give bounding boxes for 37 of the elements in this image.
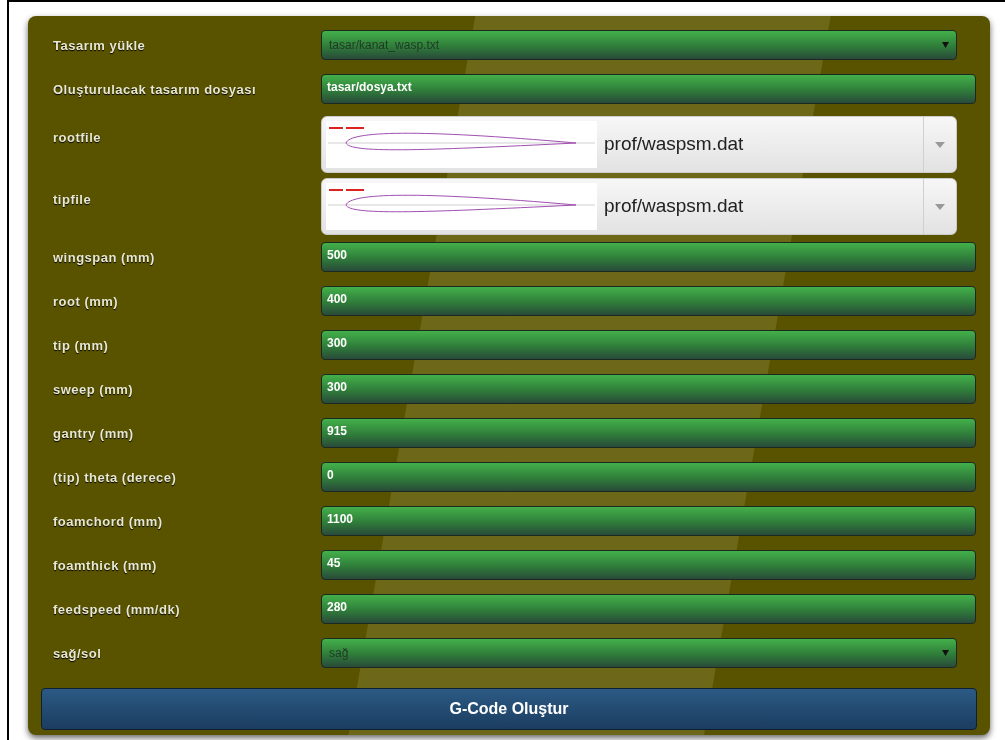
caret-icon (942, 650, 949, 656)
dropdown[interactable]: sağ (321, 638, 957, 668)
field-label: Tasarım yükle (53, 37, 147, 55)
profile-dropdown[interactable]: prof/waspsm.dat (321, 178, 957, 235)
dropdown-value: prof/waspsm.dat (604, 194, 745, 219)
input-field[interactable]: 500 (321, 242, 976, 272)
input-field[interactable]: 280 (321, 594, 976, 624)
caret-icon (935, 203, 945, 210)
dropdown-value: tasar/kanat_wasp.txt (329, 37, 440, 54)
input-field[interactable]: 300 (321, 374, 976, 404)
field-label: feedspeed (mm/dk) (53, 601, 181, 619)
field-label: tip (mm) (53, 337, 110, 355)
field-label: gantry (mm) (53, 425, 135, 443)
input-field[interactable]: tasar/dosya.txt (321, 74, 976, 104)
input-field[interactable]: 1100 (321, 506, 976, 536)
field-label: foamchord (mm) (53, 513, 164, 531)
profile-dropdown[interactable]: prof/waspsm.dat (321, 116, 957, 173)
input-field[interactable]: 915 (321, 418, 976, 448)
field-label: foamthick (mm) (53, 557, 158, 575)
field-label: sweep (mm) (53, 381, 135, 399)
field-label: wingspan (mm) (53, 249, 156, 267)
field-label: rootfile (53, 129, 103, 147)
field-label: root (mm) (53, 293, 120, 311)
dropdown-value: prof/waspsm.dat (604, 132, 745, 157)
input-field[interactable]: 300 (321, 330, 976, 360)
input-field[interactable]: 0 (321, 462, 976, 492)
dropdown-value: sağ (329, 645, 349, 662)
caret-icon (935, 141, 945, 148)
field-label: Oluşturulacak tasarım dosyası (53, 81, 258, 99)
dropdown[interactable]: tasar/kanat_wasp.txt (321, 30, 957, 60)
caret-icon (942, 42, 949, 48)
field-label: sağ/sol (53, 645, 103, 663)
input-field[interactable]: 45 (321, 550, 976, 580)
input-field[interactable]: 400 (321, 286, 976, 316)
field-label: (tip) theta (derece) (53, 469, 178, 487)
field-label: tipfile (53, 191, 93, 209)
submit-button[interactable]: G-Code Oluştur (41, 688, 977, 730)
